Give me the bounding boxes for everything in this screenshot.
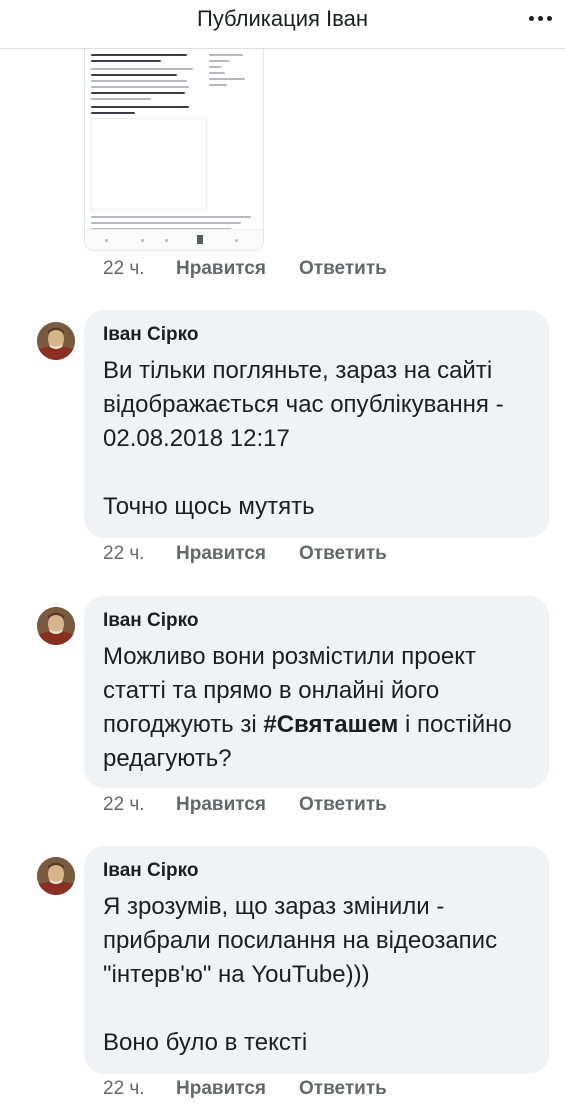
like-button[interactable]: Нравится	[176, 258, 266, 280]
thumbnail-toolbar	[85, 229, 263, 250]
comment-text: Можливо вони розмістили проект статті та…	[103, 640, 543, 776]
comment-bubble: Іван Сірко Ви тільки погляньте, зараз на…	[84, 310, 549, 538]
thumbnail-image-placeholder	[91, 118, 207, 210]
comment-author[interactable]: Іван Сірко	[103, 610, 199, 632]
comment-paragraph: Я зрозумів, що зараз змінили - прибрали …	[103, 893, 498, 988]
attached-image[interactable]	[84, 30, 264, 251]
bookmark-icon	[197, 235, 203, 244]
reply-button[interactable]: Ответить	[299, 543, 387, 565]
reply-button[interactable]: Ответить	[299, 794, 387, 816]
comment-text: Ви тільки погляньте, зараз на сайті відо…	[103, 354, 543, 524]
avatar[interactable]	[37, 857, 75, 895]
reply-button[interactable]: Ответить	[299, 1078, 387, 1100]
comment-author[interactable]: Іван Сірко	[103, 324, 199, 346]
top-bar: Публикация Іван	[0, 0, 565, 49]
more-options-icon[interactable]	[529, 10, 553, 26]
hashtag-link[interactable]: #Святашем	[263, 711, 398, 738]
comment-author[interactable]: Іван Сірко	[103, 860, 199, 882]
timestamp: 22 ч.	[103, 1078, 145, 1099]
like-button[interactable]: Нравится	[176, 794, 266, 816]
comment-paragraph: Точно щось мутять	[103, 493, 315, 520]
comment-text: Я зрозумів, що зараз змінили - прибрали …	[103, 890, 543, 1060]
reply-button[interactable]: Ответить	[299, 258, 387, 280]
like-button[interactable]: Нравится	[176, 543, 266, 565]
avatar[interactable]	[37, 607, 75, 645]
comment-paragraph: Ви тільки погляньте, зараз на сайті відо…	[103, 357, 504, 452]
comment-bubble: Іван Сірко Я зрозумів, що зараз змінили …	[84, 846, 549, 1074]
avatar[interactable]	[37, 322, 75, 360]
like-button[interactable]: Нравится	[176, 1078, 266, 1100]
page-title: Публикация Іван	[197, 6, 368, 31]
comment-paragraph: Воно було в тексті	[103, 1029, 308, 1056]
timestamp: 22 ч.	[103, 543, 145, 564]
timestamp: 22 ч.	[103, 258, 145, 279]
timestamp: 22 ч.	[103, 794, 145, 815]
comment-bubble: Іван Сірко Можливо вони розмістили проек…	[84, 596, 549, 788]
